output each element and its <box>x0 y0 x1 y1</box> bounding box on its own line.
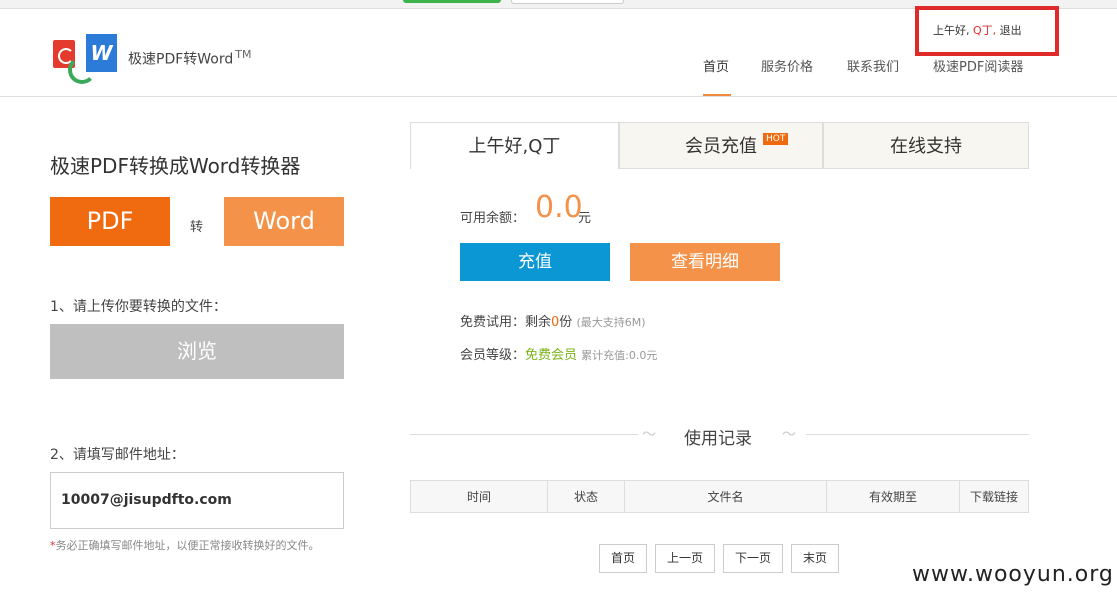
brand-tm: TM <box>235 48 252 61</box>
recharge-button[interactable]: 充值 <box>460 243 610 281</box>
nav-pricing[interactable]: 服务价格 <box>761 56 813 75</box>
brand-name[interactable]: 极速PDF转Word TM <box>128 48 251 69</box>
nav-home[interactable]: 首页 <box>703 56 729 75</box>
nav-contact[interactable]: 联系我们 <box>847 56 899 75</box>
tab-recharge[interactable]: 会员充值 <box>619 122 823 169</box>
nav-pdf-reader[interactable]: 极速PDF阅读器 <box>933 56 1023 75</box>
tab-recharge-label: 会员充值 <box>685 136 757 157</box>
watermark: www.wooyun.org <box>912 562 1114 587</box>
green-tab-edge <box>403 0 501 3</box>
col-expiry: 有效期至 <box>826 480 960 513</box>
col-status: 状态 <box>547 480 625 513</box>
logo-icon[interactable]: W <box>52 34 118 84</box>
trial-note: (最大支持6M) <box>576 316 646 329</box>
tab-greeting[interactable]: 上午好,Q丁 <box>410 122 619 169</box>
level-label: 会员等级： <box>460 348 526 363</box>
greeting-comma: , <box>992 24 997 37</box>
view-details-button[interactable]: 查看明细 <box>630 243 780 281</box>
browse-button[interactable]: 浏览 <box>50 324 344 379</box>
white-tab-edge <box>511 0 624 4</box>
balance-value: 0.0 <box>535 190 583 225</box>
email-field[interactable]: 10007@jisupdfto.com <box>50 472 344 529</box>
first-page-button[interactable]: 首页 <box>599 544 647 573</box>
divider-right <box>806 434 1029 435</box>
last-page-button[interactable]: 末页 <box>791 544 839 573</box>
trial-label: 免费试用：剩余 <box>460 315 552 330</box>
upload-step-label: 1、请上传你要转换的文件： <box>50 299 227 315</box>
trial-unit: 份 <box>559 315 573 330</box>
word-format-button[interactable]: Word <box>224 197 344 246</box>
table-header-row: 时间 状态 文件名 有效期至 下载链接 <box>410 480 1029 513</box>
convert-arrow-icon <box>68 56 96 84</box>
col-time: 时间 <box>410 480 548 513</box>
trial-info: 免费试用：剩余0份 (最大支持6M) <box>460 311 646 330</box>
pdf-format-button[interactable]: PDF <box>50 197 170 246</box>
tab-support[interactable]: 在线支持 <box>823 122 1029 169</box>
balance-unit: 元 <box>578 211 592 226</box>
account-tabs: 上午好,Q丁 会员充值 HOT 在线支持 <box>410 122 1029 169</box>
records-title: 使用记录 <box>684 429 752 449</box>
username-link[interactable]: Q丁 <box>973 24 993 37</box>
hot-badge: HOT <box>763 133 789 145</box>
level-info: 会员等级：免费会员 累计充值:0.0元 <box>460 344 657 363</box>
brand-text: 极速PDF转Word <box>128 51 234 68</box>
balance-label: 可用余额： <box>460 211 526 226</box>
email-step-label: 2、请填写邮件地址： <box>50 447 185 463</box>
user-greeting: 上午好, Q丁, 退出 <box>933 22 1022 38</box>
convert-to-label: 转 <box>190 220 204 235</box>
user-greeting-highlight: 上午好, Q丁, 退出 <box>915 6 1059 56</box>
wave-right-icon: 〜 <box>782 427 796 443</box>
email-note: *务必正确填写邮件地址，以便正常接收转换好的文件。 <box>50 537 320 553</box>
greeting-text: 上午好, <box>933 24 970 37</box>
logout-link[interactable]: 退出 <box>1000 24 1022 37</box>
divider-left <box>410 434 638 435</box>
prev-page-button[interactable]: 上一页 <box>655 544 715 573</box>
member-level: 免费会员 <box>525 348 578 363</box>
records-table: 时间 状态 文件名 有效期至 下载链接 <box>410 480 1029 513</box>
total-recharge: 累计充值:0.0元 <box>581 349 658 362</box>
converter-title: 极速PDF转换成Word转换器 <box>50 154 301 178</box>
email-note-text: 务必正确填写邮件地址，以便正常接收转换好的文件。 <box>55 539 320 552</box>
col-filename: 文件名 <box>624 480 827 513</box>
wave-left-icon: 〜 <box>642 427 656 443</box>
col-download: 下载链接 <box>959 480 1029 513</box>
next-page-button[interactable]: 下一页 <box>723 544 783 573</box>
nav-active-indicator <box>703 94 731 96</box>
